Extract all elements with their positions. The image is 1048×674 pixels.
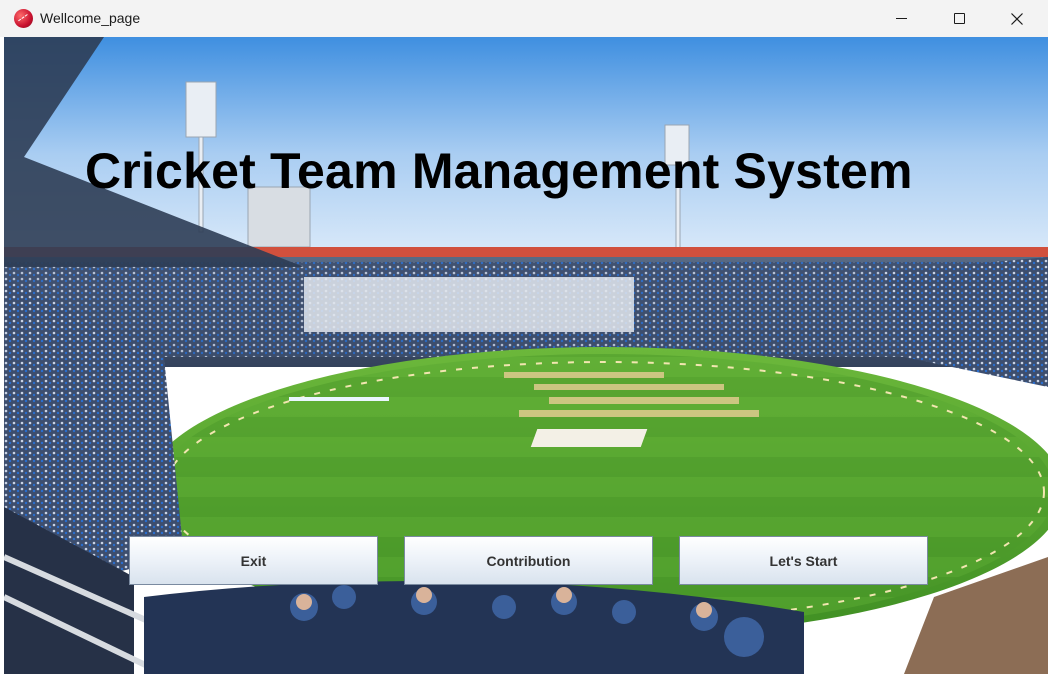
page-title: Cricket Team Management System	[85, 143, 913, 199]
window-title: Wellcome_page	[40, 10, 141, 26]
title-bar[interactable]: Wellcome_page	[0, 0, 1048, 37]
welcome-panel: Cricket Team Management System Exit Cont…	[4, 37, 1048, 674]
close-icon	[1011, 12, 1023, 25]
close-button[interactable]	[988, 0, 1046, 37]
lets-start-button[interactable]: Let's Start	[679, 536, 928, 585]
minimize-icon	[895, 18, 907, 19]
maximize-button[interactable]	[930, 0, 988, 37]
minimize-button[interactable]	[872, 0, 930, 37]
application-window: Wellcome_page Cricket Team Management Sy…	[0, 0, 1048, 674]
exit-button[interactable]: Exit	[129, 536, 378, 585]
cricket-ball-icon	[14, 9, 33, 28]
maximize-icon	[953, 13, 965, 24]
contribution-button[interactable]: Contribution	[404, 536, 653, 585]
